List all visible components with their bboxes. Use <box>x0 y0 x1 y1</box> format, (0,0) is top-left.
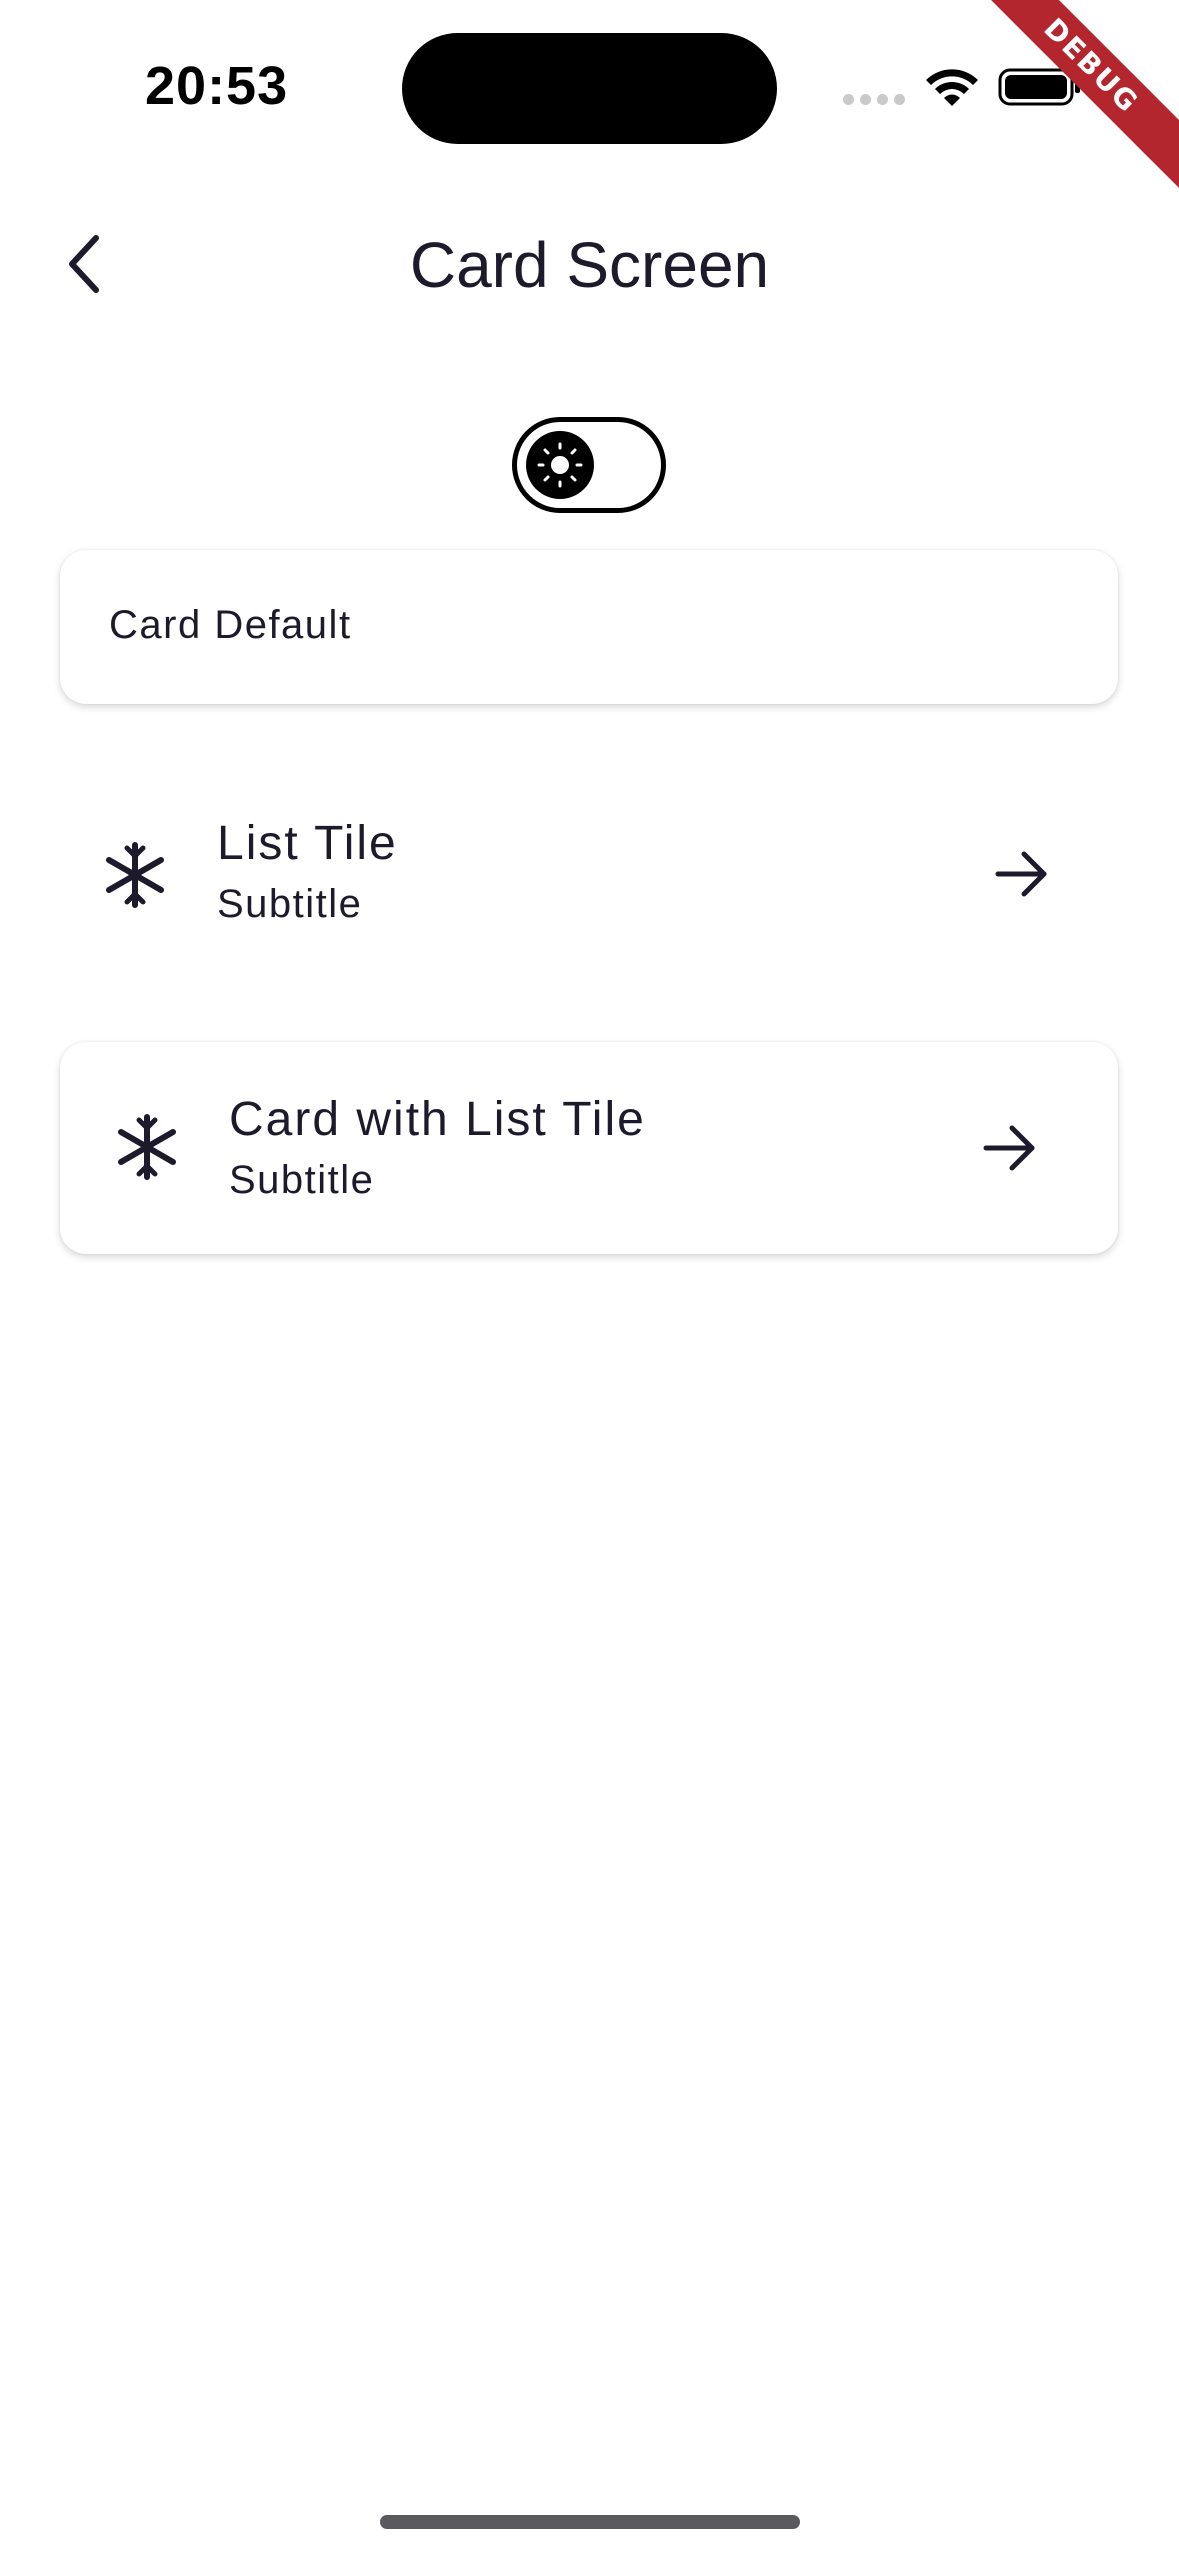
snowflake-icon <box>106 842 164 908</box>
app-bar: Card Screen <box>0 200 1179 324</box>
wifi-icon <box>926 69 978 106</box>
home-indicator[interactable] <box>380 2515 800 2529</box>
arrow-right-icon[interactable] <box>980 1118 1040 1178</box>
theme-toggle[interactable] <box>512 417 666 513</box>
card-list-tile-subtitle: Subtitle <box>229 1158 375 1202</box>
card-list-tile-title: Card with List Tile <box>229 1093 646 1146</box>
page-title: Card Screen <box>409 229 770 301</box>
list-tile-subtitle: Subtitle <box>217 882 363 926</box>
arrow-right-icon[interactable] <box>992 844 1052 904</box>
card-default-label: Card Default <box>109 603 352 647</box>
toggle-knob <box>526 431 594 499</box>
status-time: 20:53 <box>145 56 289 116</box>
snowflake-icon <box>118 1114 176 1180</box>
list-tile[interactable]: List Tile Subtitle <box>60 790 1118 960</box>
sun-icon <box>537 442 583 488</box>
status-bar: 20:53 DEBUG <box>0 0 1179 190</box>
card-default[interactable]: Card Default <box>60 550 1118 704</box>
list-tile-title: List Tile <box>217 817 398 870</box>
dynamic-island <box>402 33 777 144</box>
cellular-signal-icon <box>843 94 905 105</box>
card-with-list-tile[interactable]: Card with List Tile Subtitle <box>60 1042 1118 1254</box>
